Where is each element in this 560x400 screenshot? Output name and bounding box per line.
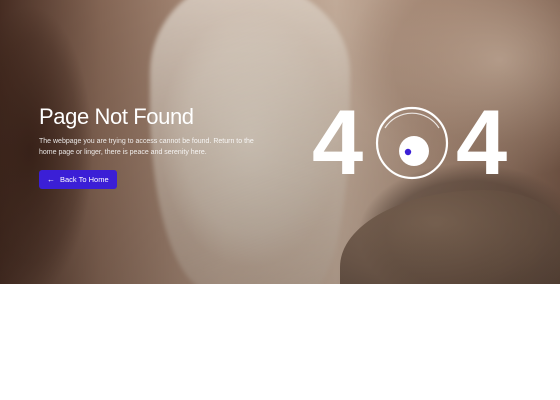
error-code-digit-right: 4 — [456, 92, 508, 194]
page-footer-blank — [0, 284, 560, 400]
hero-background: Page Not Found The webpage you are tryin… — [0, 0, 560, 284]
error-description: The webpage you are trying to access can… — [39, 138, 254, 156]
page-title: Page Not Found — [39, 104, 194, 129]
error-code-digit-left: 4 — [312, 92, 364, 194]
error-content: Page Not Found The webpage you are tryin… — [39, 104, 269, 189]
arrow-left-icon: ← — [47, 174, 55, 184]
back-to-home-button[interactable]: ← Back To Home — [39, 170, 117, 189]
back-to-home-label: Back To Home — [60, 175, 109, 184]
zero-eye-icon — [375, 106, 449, 180]
